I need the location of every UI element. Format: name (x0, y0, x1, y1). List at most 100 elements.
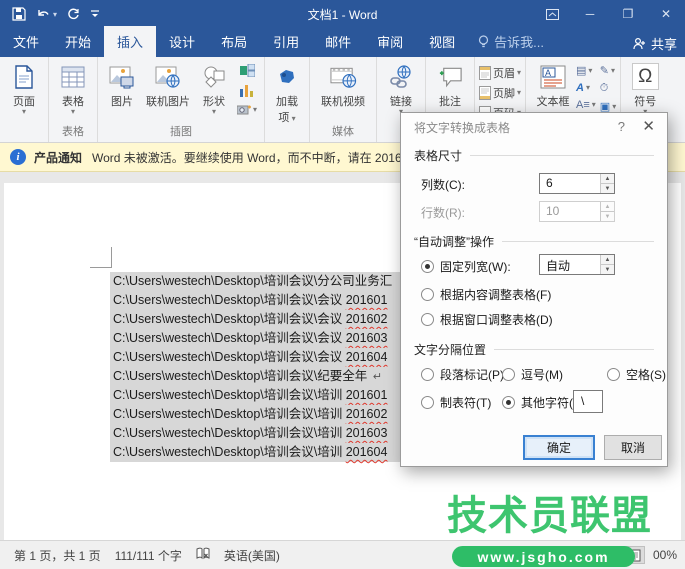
wordart-button[interactable]: A▾ (576, 82, 596, 94)
customize-qat-icon[interactable] (90, 9, 100, 19)
fixed-width-option[interactable]: 固定列宽(W): (421, 258, 511, 275)
screenshot-button[interactable]: ▾ (237, 104, 257, 115)
separator-paragraph-option[interactable]: 段落标记(P) (421, 366, 504, 383)
dialog-title-bar[interactable]: 将文字转换成表格 (401, 113, 667, 141)
radio-fit-contents[interactable] (421, 288, 434, 301)
signature-line-button[interactable]: ✎▾ (600, 64, 616, 77)
footer-icon (479, 86, 491, 100)
chart-icon[interactable] (240, 84, 254, 102)
tab-view[interactable]: 视图 (416, 26, 468, 57)
signature-icon: ✎ (600, 64, 609, 77)
ribbon-group-addins: 加载 项 ▾ (264, 57, 309, 142)
columns-spinner[interactable]: 6 ▲▼ (539, 173, 615, 194)
fixed-width-spinner[interactable]: 自动 ▲▼ (539, 254, 615, 275)
language-status[interactable]: 英语(美国) (224, 547, 280, 564)
undo-button[interactable]: ▾ (36, 8, 57, 20)
fit-contents-option[interactable]: 根据内容调整表格(F) (421, 286, 551, 303)
chevron-down-icon: ▾ (588, 68, 592, 74)
radio-paragraph-mark[interactable] (421, 368, 434, 381)
radio-other-character[interactable] (502, 396, 515, 409)
ok-button[interactable]: 确定 (523, 435, 595, 460)
radio-fixed-width[interactable] (421, 260, 434, 273)
omega-icon: Ω (632, 63, 659, 90)
comment-button[interactable]: 批注 (430, 61, 470, 109)
columns-row: 列数(C): (421, 176, 465, 193)
spinner-buttons[interactable]: ▲▼ (600, 174, 614, 193)
columns-value[interactable]: 6 (540, 174, 600, 193)
tell-me-box[interactable]: 告诉我... (468, 26, 554, 57)
fit-window-option[interactable]: 根据窗口调整表格(D) (421, 311, 553, 328)
text-line: C:\Users\westech\Desktop\培训会议\培训 201604 (110, 443, 404, 462)
spinner-buttons: ▲▼ (600, 202, 614, 221)
tab-design[interactable]: 设计 (156, 26, 208, 57)
comment-icon (437, 63, 464, 90)
tab-mailings[interactable]: 邮件 (312, 26, 364, 57)
smartart-icon[interactable] (240, 64, 255, 82)
tab-layout[interactable]: 布局 (208, 26, 260, 57)
shapes-button[interactable]: 形状 ▾ (194, 61, 234, 115)
cancel-button[interactable]: 取消 (604, 435, 662, 460)
restore-button[interactable]: ❐ (609, 0, 647, 28)
separator-comma-option[interactable]: 逗号(M) (502, 366, 563, 383)
zoom-level[interactable]: 00% (653, 548, 677, 562)
online-video-button[interactable]: 联机视频 (314, 61, 372, 109)
radio-comma[interactable] (502, 368, 515, 381)
tab-review[interactable]: 审阅 (364, 26, 416, 57)
tab-insert[interactable]: 插入 (104, 26, 156, 57)
proofing-status-icon[interactable] (196, 547, 210, 563)
pictures-button[interactable]: 图片 (102, 61, 142, 109)
tab-file[interactable]: 文件 (0, 26, 52, 57)
spinner-buttons[interactable]: ▲▼ (600, 255, 614, 274)
dialog-title: 将文字转换成表格 (414, 119, 510, 136)
link-button[interactable]: 链接 ▾ (381, 61, 421, 115)
separator-space-option[interactable]: 空格(S) (607, 366, 666, 383)
chevron-down-icon: ▾ (586, 85, 590, 91)
footer-button[interactable]: 页脚▾ (479, 85, 521, 101)
table-button[interactable]: 表格 ▾ (53, 61, 93, 115)
save-icon[interactable] (12, 7, 26, 21)
addins-button[interactable]: 加载 项 ▾ (269, 61, 305, 125)
undo-dropdown-icon[interactable]: ▾ (53, 10, 57, 19)
header-button[interactable]: 页眉▾ (479, 65, 521, 81)
radio-tab[interactable] (421, 396, 434, 409)
other-character-input[interactable]: \ (573, 390, 603, 413)
section-separator: 文字分隔位置 (414, 341, 654, 358)
share-button[interactable]: 共享 (633, 34, 677, 53)
dialog-help-button[interactable]: ? (618, 119, 625, 134)
dialog-close-button[interactable]: ✕ (642, 117, 655, 135)
ribbon-group-media: 联机视频 媒体 (309, 57, 376, 142)
word-window: ▾ 文档1 - Word ─ ❐ ✕ 文件 开始 插入 设计 布局 引用 邮件 … (0, 0, 685, 569)
ribbon-tab-row: 文件 开始 插入 设计 布局 引用 邮件 审阅 视图 告诉我... 共享 (0, 28, 685, 57)
online-pictures-button[interactable]: 联机图片 (142, 61, 194, 109)
radio-space[interactable] (607, 368, 620, 381)
redo-button[interactable] (67, 8, 80, 21)
document-text[interactable]: C:\Users\westech\Desktop\培训会议\分公司业务汇 C:\… (110, 272, 404, 462)
text-line: C:\Users\westech\Desktop\培训会议\会议 201601 (110, 291, 404, 310)
fixed-width-value[interactable]: 自动 (540, 255, 600, 274)
close-button[interactable]: ✕ (647, 0, 685, 28)
textbox-button[interactable]: A 文本框 (530, 61, 576, 109)
quick-parts-button[interactable]: ▤▾ (576, 64, 596, 77)
symbol-button[interactable]: Ω 符号 ▾ (625, 61, 665, 115)
pages-button[interactable]: 页面 ▾ (4, 61, 44, 115)
drop-cap-button[interactable]: A≡▾ (576, 99, 596, 111)
date-time-button[interactable]: ⏱ (600, 82, 616, 95)
tab-references[interactable]: 引用 (260, 26, 312, 57)
separator-tab-option[interactable]: 制表符(T) (421, 394, 491, 411)
spin-up-icon: ▲ (601, 174, 614, 184)
chevron-down-icon: ▾ (592, 102, 596, 108)
page-info[interactable]: 第 1 页，共 1 页 (14, 547, 101, 564)
space-label: 空格(S) (626, 366, 666, 383)
chevron-down-icon: ▾ (71, 109, 75, 115)
radio-fit-window[interactable] (421, 313, 434, 326)
text-small-buttons: ▤▾ A▾ A≡▾ ✎▾ ⏱ ▣▾ (576, 61, 616, 113)
text-line: C:\Users\westech\Desktop\培训会议\分公司业务汇 (110, 272, 404, 291)
tab-home[interactable]: 开始 (52, 26, 104, 57)
info-icon: i (10, 149, 26, 165)
ribbon-display-options-button[interactable] (533, 0, 571, 28)
convert-text-to-table-dialog: 将文字转换成表格 ? ✕ 表格尺寸 列数(C): 6 ▲▼ 行数(R): 10 … (400, 112, 668, 467)
minimize-button[interactable]: ─ (571, 0, 609, 28)
fit-window-label: 根据窗口调整表格(D) (440, 311, 553, 328)
word-count[interactable]: 111/111 个字 (115, 547, 182, 564)
text-line: C:\Users\westech\Desktop\培训会议\培训 201601 (110, 386, 404, 405)
